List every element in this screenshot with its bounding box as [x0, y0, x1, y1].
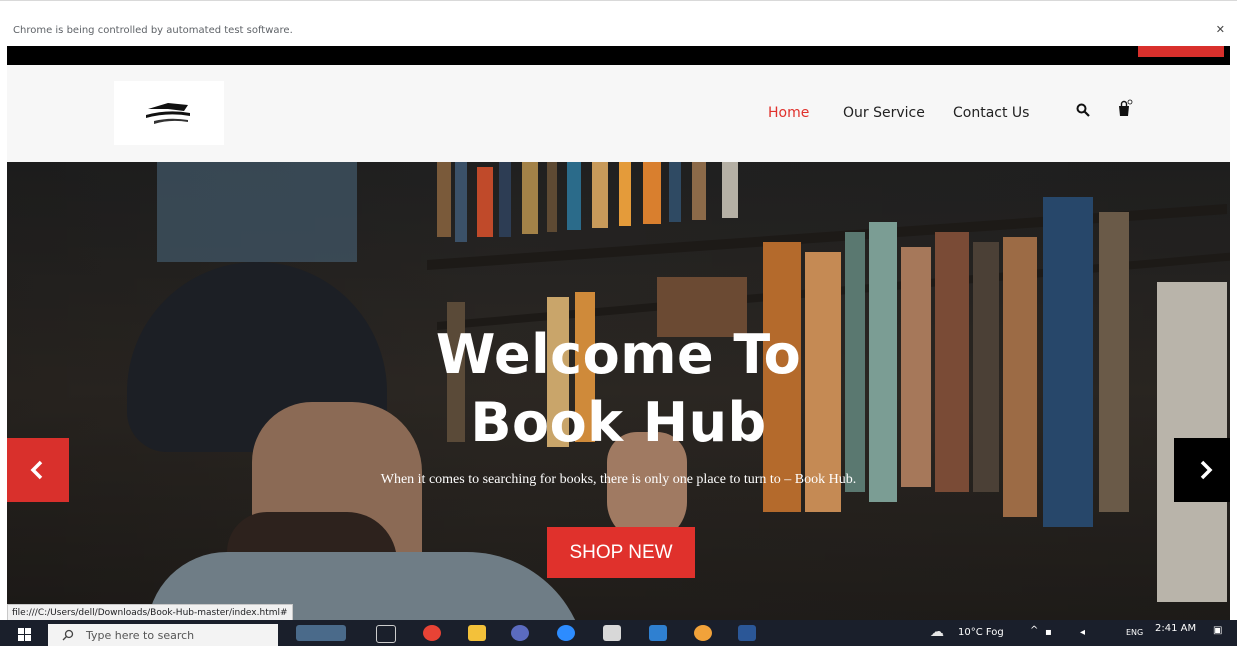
chrome-active-icon[interactable] [694, 625, 712, 641]
weather-text: 10°C Fog [958, 627, 1004, 638]
chevron-left-icon [30, 460, 43, 480]
nav-home[interactable]: Home [768, 105, 809, 121]
app-icon[interactable] [603, 625, 621, 641]
notification-icon[interactable]: ▣ [1213, 625, 1222, 636]
infobar-close-icon[interactable]: ✕ [1216, 23, 1225, 36]
nav-our-service[interactable]: Our Service [843, 105, 925, 121]
top-strip-button[interactable] [1138, 46, 1224, 57]
taskbar-search-placeholder: Type here to search [86, 629, 195, 642]
file-explorer-icon[interactable] [468, 625, 486, 641]
search-icon [62, 629, 74, 641]
zoom-icon[interactable] [557, 625, 575, 641]
hero-slider: Welcome To Book Hub When it comes to sea… [7, 162, 1230, 620]
windows-start-icon[interactable] [18, 628, 31, 641]
hero-subtitle: When it comes to searching for books, th… [380, 472, 857, 487]
top-strip [7, 46, 1230, 65]
word-icon[interactable] [738, 625, 756, 641]
weather-icon: ☁ [930, 623, 944, 639]
network-icon[interactable]: ▪ [1045, 627, 1052, 638]
site-header: Home Our Service Contact Us [7, 65, 1230, 162]
hero-title-line1: Welcome To [435, 323, 802, 386]
shop-new-button[interactable]: SHOP NEW [547, 527, 695, 578]
hero-title-line2: Book Hub [470, 391, 767, 454]
clock-time[interactable]: 2:41 AM [1155, 623, 1196, 634]
task-view-icon[interactable] [376, 625, 396, 643]
volume-icon[interactable]: ◂ [1080, 627, 1085, 638]
book-logo-icon [146, 103, 190, 124]
chrome-icon[interactable] [423, 625, 441, 641]
infobar-message: Chrome is being controlled by automated … [13, 25, 293, 36]
vscode-icon[interactable] [649, 625, 667, 641]
tray-chevron-icon[interactable]: ^ [1030, 625, 1038, 636]
weather-widget-icon[interactable] [296, 625, 346, 641]
taskbar-search-box[interactable]: Type here to search [48, 624, 278, 646]
chevron-right-icon [1200, 460, 1213, 480]
shopping-bag-icon[interactable] [1115, 99, 1133, 117]
language-indicator[interactable]: ENG [1126, 628, 1143, 637]
slider-next-button[interactable] [1174, 438, 1230, 502]
site-logo[interactable] [114, 81, 224, 145]
nav-contact-us[interactable]: Contact Us [953, 105, 1029, 121]
windows-taskbar: Type here to search ☁ 10°C Fog ^ ▪ ◂ ENG… [0, 620, 1237, 646]
teams-icon[interactable] [511, 625, 529, 641]
automation-infobar: Chrome is being controlled by automated … [0, 0, 1237, 47]
search-icon[interactable] [1076, 103, 1090, 117]
slider-prev-button[interactable] [7, 438, 69, 502]
